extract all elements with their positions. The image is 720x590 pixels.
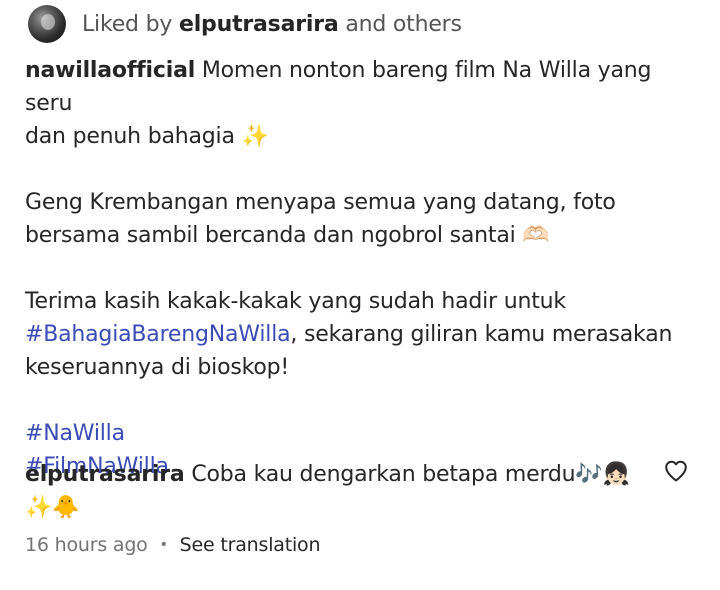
caption-line: #BahagiaBarengNaWilla, sekarang giliran … [25, 318, 695, 351]
comment-text-line2: ✨🐥 [25, 495, 80, 520]
comment-text: Coba kau dengarkan betapa merdu🎶👧🏻 [191, 462, 630, 487]
caption-line: keseruannya di bioskop! [25, 355, 290, 380]
liked-by-text[interactable]: Liked by elputrasarira and others [82, 12, 462, 37]
liked-by-prefix: Liked by [82, 11, 173, 37]
caption-line: dan penuh bahagia ✨ [25, 124, 269, 149]
liked-by-user[interactable]: elputrasarira [179, 12, 339, 37]
heart-icon[interactable] [664, 460, 688, 482]
comment-line: elputrasarira Coba kau dengarkan betapa … [25, 458, 645, 491]
caption-line: Terima kasih kakak-kakak yang sudah hadi… [25, 289, 566, 314]
liked-by-row[interactable]: Liked by elputrasarira and others [28, 4, 462, 44]
comment-username[interactable]: elputrasarira [25, 462, 185, 487]
caption-username[interactable]: nawillaofficial [25, 58, 195, 83]
liked-by-suffix[interactable]: and others [345, 12, 462, 37]
hashtag-link[interactable]: #NaWilla [25, 417, 695, 450]
comment: elputrasarira Coba kau dengarkan betapa … [25, 458, 645, 524]
post-caption: nawillaofficial Momen nonton bareng film… [25, 54, 695, 483]
caption-line: Geng Krembangan menyapa semua yang datan… [25, 190, 616, 215]
caption-line: bersama sambil bercanda dan ngobrol sant… [25, 223, 550, 248]
separator-dot: • [159, 537, 168, 553]
caption-line: nawillaofficial Momen nonton bareng film… [25, 54, 695, 120]
avatar[interactable] [28, 5, 66, 43]
comment-time: 16 hours ago [25, 534, 148, 556]
hashtag-link[interactable]: #BahagiaBarengNaWilla [25, 322, 291, 347]
see-translation-button[interactable]: See translation [180, 534, 321, 556]
comment-meta: 16 hours ago • See translation [25, 534, 321, 556]
caption-text: , sekarang giliran kamu merasakan [290, 322, 673, 347]
